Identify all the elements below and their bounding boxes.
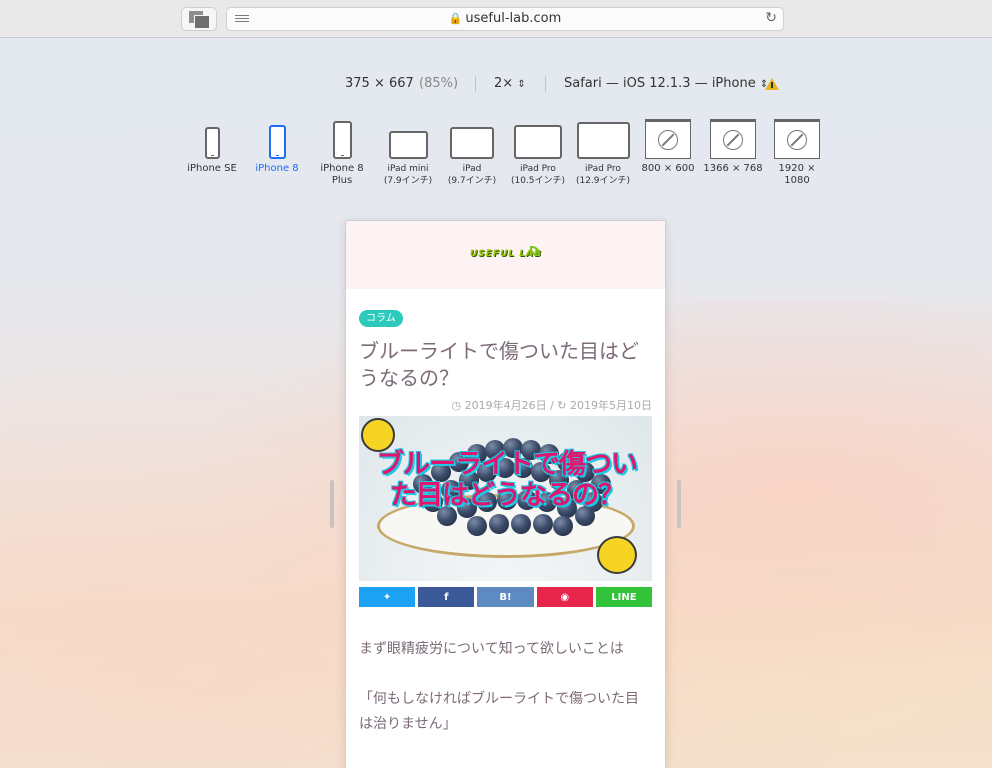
pixel-ratio-select[interactable]: 2× ⇕: [494, 76, 526, 91]
hatena-icon: B!: [499, 591, 512, 603]
share-buttons: ✦ f B! ◉ LINE: [359, 587, 653, 607]
chevron-updown-icon: ⇕: [517, 79, 526, 90]
facebook-share-button[interactable]: f: [418, 587, 475, 607]
site-header: USEFUL LAB: [346, 221, 665, 289]
device-800x600[interactable]: 800 × 600: [640, 118, 696, 175]
page-viewport: USEFUL LAB コラム ブルーライトで傷ついた目はどうなるの？ ◷ 201…: [346, 221, 665, 768]
resize-handle-right[interactable]: [677, 480, 681, 528]
address-bar[interactable]: 🔒 useful-lab.com ↻: [226, 7, 784, 31]
device-ipad-pro-12-9[interactable]: iPad Pro (12.9インチ): [573, 118, 633, 187]
twitter-share-button[interactable]: ✦: [359, 587, 416, 607]
tablet-icon: [388, 131, 428, 159]
article-paragraph: まず眼精疲労について知って欲しいことは: [359, 641, 624, 657]
browser-toolbar: 🔒 useful-lab.com ↻: [0, 0, 992, 38]
article-paragraph: 「何もしなければブルーライトで傷ついた目は治りません」: [359, 691, 639, 732]
post-dates: ◷ 2019年4月26日 / ↻ 2019年5月10日: [451, 399, 652, 412]
facebook-icon: f: [444, 591, 449, 603]
device-ipad-pro-10-5[interactable]: iPad Pro (10.5インチ): [508, 118, 568, 187]
clock-icon: ◷: [451, 399, 462, 412]
safari-compass-icon: [774, 119, 820, 159]
phone-icon: [204, 127, 220, 159]
safari-compass-icon: [710, 119, 756, 159]
refresh-icon: ↻: [557, 399, 567, 412]
device-ipad-mini[interactable]: iPad mini (7.9インチ): [380, 118, 436, 187]
resize-handle-left[interactable]: [330, 480, 334, 528]
eyecatch-image: ブルーライトで傷ついた目はどうなるの？: [359, 416, 652, 581]
show-tabs-button[interactable]: [181, 7, 217, 31]
device-1366x768[interactable]: 1366 × 768: [703, 118, 763, 175]
character-illustration: [361, 418, 395, 452]
tablet-icon: [514, 125, 562, 159]
zoom-level: (85%): [419, 76, 459, 91]
phone-icon: [268, 125, 286, 159]
tablet-icon: [576, 122, 630, 159]
updated-date: 2019年5月10日: [570, 399, 652, 412]
published-date: 2019年4月26日: [464, 399, 547, 412]
user-agent-select[interactable]: Safari — iOS 12.1.3 — iPhone ⇕: [564, 76, 768, 91]
url-text: useful-lab.com: [465, 11, 562, 26]
reload-icon[interactable]: ↻: [765, 10, 777, 26]
device-iphone-8[interactable]: iPhone 8: [253, 118, 301, 175]
post-title: ブルーライトで傷ついた目はどうなるの？: [359, 339, 639, 390]
viewport-dimensions[interactable]: 375 × 667: [345, 76, 414, 91]
device-ipad[interactable]: iPad (9.7インチ): [444, 118, 500, 187]
character-illustration: [597, 536, 637, 574]
lock-icon: 🔒: [448, 12, 463, 25]
safari-compass-icon: [645, 119, 691, 159]
pocket-share-button[interactable]: ◉: [536, 587, 593, 607]
responsive-design-bar: 375 × 667 (85%) 2× ⇕ Safari — iOS 12.1.3…: [0, 74, 992, 96]
phone-icon: [332, 121, 352, 159]
device-iphone-se[interactable]: iPhone SE: [187, 118, 237, 175]
pocket-icon: ◉: [560, 591, 570, 603]
device-1920x1080[interactable]: 1920 × 1080: [766, 118, 828, 187]
twitter-icon: ✦: [382, 591, 392, 603]
eyecatch-title: ブルーライトで傷ついた目はどうなるの？: [377, 449, 638, 511]
category-badge[interactable]: コラム: [359, 310, 403, 327]
hatena-share-button[interactable]: B!: [477, 587, 534, 607]
line-share-button[interactable]: LINE: [595, 587, 653, 607]
line-icon: LINE: [611, 591, 637, 603]
tablet-icon: [450, 127, 494, 159]
device-iphone-8-plus[interactable]: iPhone 8 Plus: [318, 118, 366, 187]
